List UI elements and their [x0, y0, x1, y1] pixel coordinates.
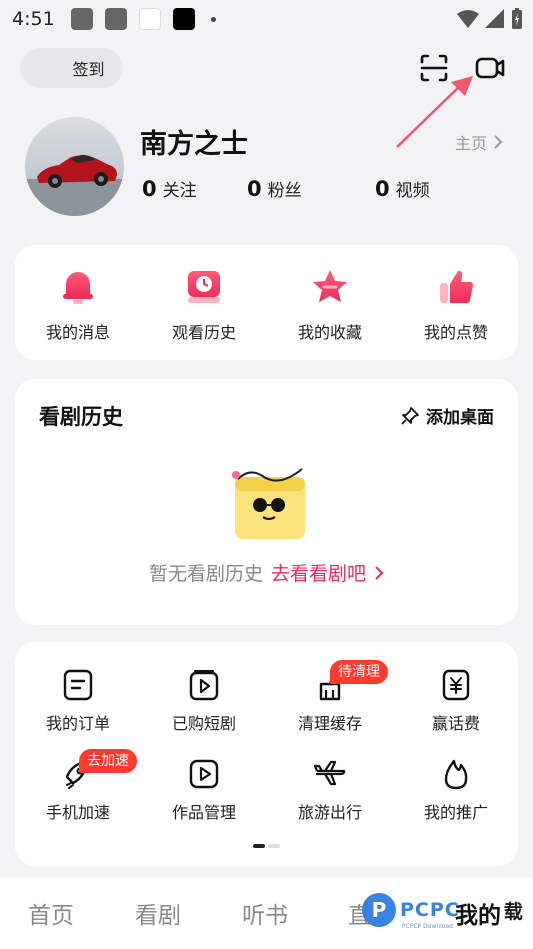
history-card: 看剧历史 添加桌面 暂无看剧历史 去看看剧吧	[15, 379, 518, 625]
watermark-logo: P	[362, 893, 396, 927]
tool-label: 我的推广	[423, 803, 488, 822]
airplane-icon	[313, 760, 346, 786]
tool-item-promotion[interactable]: 我的推广	[393, 757, 519, 823]
tab-home[interactable]: 首页	[28, 896, 74, 930]
avatar-car-image	[25, 154, 124, 216]
tool-label: 我的订单	[45, 714, 110, 733]
watermark: P PCPC 载 PCPCP Download	[362, 893, 524, 930]
notification-icon	[70, 8, 93, 30]
more-notifications-dot	[210, 16, 216, 22]
quick-item-favorites[interactable]: 我的收藏	[267, 267, 393, 343]
pager-dot-active	[253, 844, 265, 848]
pager-dot	[268, 844, 280, 848]
speedup-badge: 去加速	[79, 749, 137, 773]
signal-icon	[485, 9, 504, 28]
go-watch-link[interactable]: 去看看剧吧	[271, 559, 366, 586]
tool-item-purchased[interactable]: 已购短剧	[141, 668, 267, 734]
battery-icon	[512, 8, 522, 29]
works-play-icon	[189, 759, 219, 789]
star-icon	[313, 270, 347, 302]
tool-label: 旅游出行	[297, 803, 362, 822]
stat-label: 粉丝	[267, 181, 302, 201]
tool-label: 作品管理	[171, 803, 236, 822]
empty-state-illustration	[232, 468, 305, 539]
tool-label: 已购短剧	[171, 714, 236, 733]
flame-icon	[444, 759, 468, 790]
stat-videos[interactable]: 0 视频	[375, 176, 430, 201]
quick-item-label: 我的消息	[45, 323, 110, 342]
status-indicators	[457, 8, 523, 30]
yuan-icon	[442, 669, 470, 701]
stat-number: 0	[247, 177, 262, 201]
video-camera-icon[interactable]	[474, 52, 506, 84]
tool-item-travel[interactable]: 旅游出行	[267, 757, 393, 823]
pager-indicator	[253, 844, 280, 848]
add-desktop-label: 添加桌面	[426, 408, 494, 428]
avatar[interactable]	[25, 117, 124, 216]
tool-label: 手机加速	[45, 803, 110, 822]
status-bar: 4:51	[0, 0, 533, 38]
homepage-link[interactable]: 主页	[455, 130, 503, 154]
tools-card: 我的订单 已购短剧 清理缓存 赢话费 手机加速 作品管理 旅游出行 我的推广 待…	[15, 642, 518, 866]
homepage-label: 主页	[455, 134, 488, 153]
quick-actions-card: 我的消息 观看历史 我的收藏 我的点赞	[15, 245, 518, 360]
add-desktop-button[interactable]: 添加桌面	[400, 403, 494, 428]
stat-label: 关注	[162, 181, 197, 201]
pin-icon	[401, 406, 419, 425]
empty-state: 暂无看剧历史 去看看剧吧	[15, 559, 518, 586]
quick-item-label: 我的点赞	[423, 323, 488, 342]
quick-item-label: 观看历史	[171, 323, 236, 342]
wifi-icon	[457, 10, 479, 28]
purchased-play-icon	[189, 670, 219, 701]
signin-button[interactable]: 签到	[20, 48, 123, 88]
status-time: 4:51	[12, 8, 55, 30]
signin-label: 签到	[72, 60, 105, 79]
watermark-tail: 载	[503, 900, 524, 923]
order-icon	[63, 669, 93, 701]
quick-item-likes[interactable]: 我的点赞	[393, 267, 519, 343]
stat-followers[interactable]: 0 粉丝	[247, 176, 302, 201]
tab-listen[interactable]: 听书	[242, 896, 288, 930]
quick-item-messages[interactable]: 我的消息	[15, 267, 141, 343]
stat-following[interactable]: 0 关注	[142, 176, 197, 201]
tool-item-orders[interactable]: 我的订单	[15, 668, 141, 734]
tool-item-works[interactable]: 作品管理	[141, 757, 267, 823]
notification-icon	[172, 8, 195, 30]
thumbs-up-icon	[440, 270, 473, 303]
chevron-right-icon	[494, 135, 503, 149]
quick-item-label: 我的收藏	[297, 323, 362, 342]
cleanup-badge: 待清理	[330, 660, 388, 684]
clock-icon	[188, 271, 220, 303]
watermark-text: PCPC	[400, 899, 460, 921]
tool-item-win-credit[interactable]: 赢话费	[393, 668, 519, 734]
notification-icon	[138, 8, 161, 30]
tool-label: 清理缓存	[297, 714, 362, 733]
username: 南方之士	[140, 129, 248, 160]
bell-icon	[63, 272, 93, 304]
watermark-sub: PCPCP Download	[402, 923, 453, 930]
tool-label: 赢话费	[431, 714, 480, 733]
stat-label: 视频	[395, 181, 430, 201]
stat-number: 0	[142, 177, 157, 201]
stat-number: 0	[375, 177, 390, 201]
chevron-right-icon	[375, 565, 384, 580]
notification-icon	[104, 8, 127, 30]
tab-watch[interactable]: 看剧	[135, 896, 181, 930]
history-title: 看剧历史	[39, 405, 123, 429]
quick-item-history[interactable]: 观看历史	[141, 267, 267, 343]
empty-text: 暂无看剧历史	[148, 563, 263, 585]
